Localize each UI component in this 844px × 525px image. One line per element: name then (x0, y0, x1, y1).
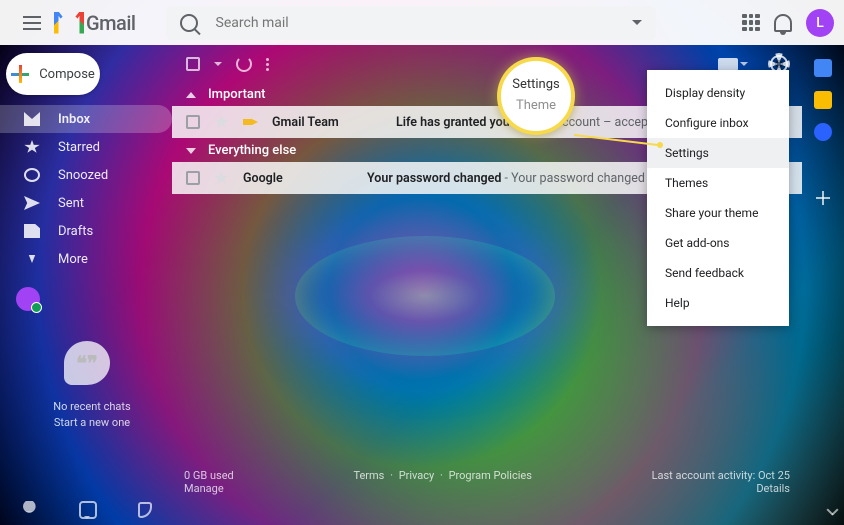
search-icon (180, 14, 198, 32)
sidebar-item-more[interactable]: More (0, 245, 172, 273)
sidebar: Compose Inbox Starred Snoozed Sent Draft… (0, 45, 172, 525)
terms-link[interactable]: Terms (353, 469, 384, 482)
activity-details-link[interactable]: Details (652, 482, 790, 495)
tasks-icon[interactable] (814, 123, 832, 141)
draft-icon (24, 224, 40, 238)
google-apps-icon[interactable] (742, 14, 760, 32)
row-checkbox[interactable] (186, 171, 200, 185)
account-avatar[interactable]: L (806, 9, 834, 37)
side-panel (802, 45, 844, 525)
annotation-callout: Settings Theme (497, 57, 575, 135)
storage-used: 0 GB used (184, 469, 234, 482)
star-icon[interactable] (214, 171, 229, 186)
calendar-icon[interactable] (814, 59, 832, 77)
add-addon-icon[interactable] (814, 189, 832, 207)
select-all-checkbox[interactable] (186, 57, 200, 71)
chevron-down-icon (24, 255, 40, 263)
footer: 0 GB used Manage Terms · Privacy · Progr… (184, 469, 790, 495)
menu-item-configure-inbox[interactable]: Configure inbox (647, 108, 789, 138)
search-input[interactable] (216, 15, 614, 31)
menu-item-display-density[interactable]: Display density (647, 78, 789, 108)
storage-manage-link[interactable]: Manage (184, 482, 234, 495)
activity-info: Last account activity: Oct 25 Details (652, 469, 790, 495)
compose-button[interactable]: Compose (6, 53, 100, 95)
more-actions-icon[interactable] (266, 58, 269, 71)
sidebar-item-drafts[interactable]: Drafts (0, 217, 172, 245)
inbox-icon (24, 112, 40, 126)
collapse-icon (186, 92, 196, 98)
clock-icon (24, 168, 40, 182)
menu-item-share-theme[interactable]: Share your theme (647, 198, 789, 228)
star-icon[interactable] (214, 115, 229, 130)
sidebar-item-snoozed[interactable]: Snoozed (0, 161, 172, 189)
select-dropdown-icon[interactable] (214, 62, 222, 66)
mail-subject: Your password changed (367, 171, 501, 186)
policies-link[interactable]: Program Policies (449, 469, 532, 482)
scroll-hint-icon (826, 507, 840, 521)
row-checkbox[interactable] (186, 115, 200, 129)
compose-label: Compose (39, 67, 95, 82)
menu-item-get-addons[interactable]: Get add-ons (647, 228, 789, 258)
last-activity: Last account activity: Oct 25 (652, 469, 790, 482)
footer-links: Terms · Privacy · Program Policies (350, 469, 534, 495)
gmail-logo[interactable]: Gmail (54, 11, 136, 35)
search-options-dropdown-icon[interactable] (632, 20, 642, 25)
mail-sender: Google (243, 171, 353, 186)
menu-item-send-feedback[interactable]: Send feedback (647, 258, 789, 288)
sidebar-item-label: Snoozed (58, 168, 108, 183)
sidebar-item-starred[interactable]: Starred (0, 133, 172, 161)
sidebar-item-label: Inbox (58, 112, 90, 127)
search-bar[interactable] (166, 6, 656, 40)
settings-menu: Display density Configure inbox Settings… (647, 70, 789, 326)
menu-item-settings[interactable]: Settings (647, 138, 789, 168)
section-label: Everything else (208, 143, 296, 158)
mail-sender: Gmail Team (272, 115, 382, 130)
input-tools-icon[interactable] (718, 58, 738, 71)
sent-icon (24, 196, 40, 210)
sidebar-item-sent[interactable]: Sent (0, 189, 172, 217)
sidebar-item-inbox[interactable]: Inbox (0, 105, 172, 133)
main-menu-icon[interactable] (20, 11, 44, 35)
star-icon (24, 140, 40, 154)
keep-icon[interactable] (814, 91, 832, 109)
gmail-m-icon (54, 12, 84, 34)
sidebar-item-label: Starred (58, 140, 100, 155)
logo-text: Gmail (86, 11, 136, 35)
hangouts-avatar[interactable] (16, 287, 40, 311)
callout-text-2: Theme (516, 96, 556, 117)
annotation-connector (574, 135, 662, 151)
sidebar-item-label: More (58, 252, 88, 267)
sidebar-item-label: Drafts (58, 224, 93, 239)
notifications-icon[interactable] (774, 14, 792, 32)
privacy-link[interactable]: Privacy (399, 469, 435, 482)
collapse-icon (186, 148, 196, 154)
storage-info: 0 GB used Manage (184, 469, 234, 495)
menu-item-themes[interactable]: Themes (647, 168, 789, 198)
refresh-icon[interactable] (236, 56, 252, 72)
important-marker-icon[interactable] (243, 115, 258, 130)
header-bar: Gmail L (0, 0, 844, 45)
compose-plus-icon (11, 65, 29, 83)
sidebar-item-label: Sent (58, 196, 84, 211)
menu-item-help[interactable]: Help (647, 288, 789, 318)
section-label: Important (208, 87, 266, 102)
callout-text-1: Settings (512, 75, 559, 96)
